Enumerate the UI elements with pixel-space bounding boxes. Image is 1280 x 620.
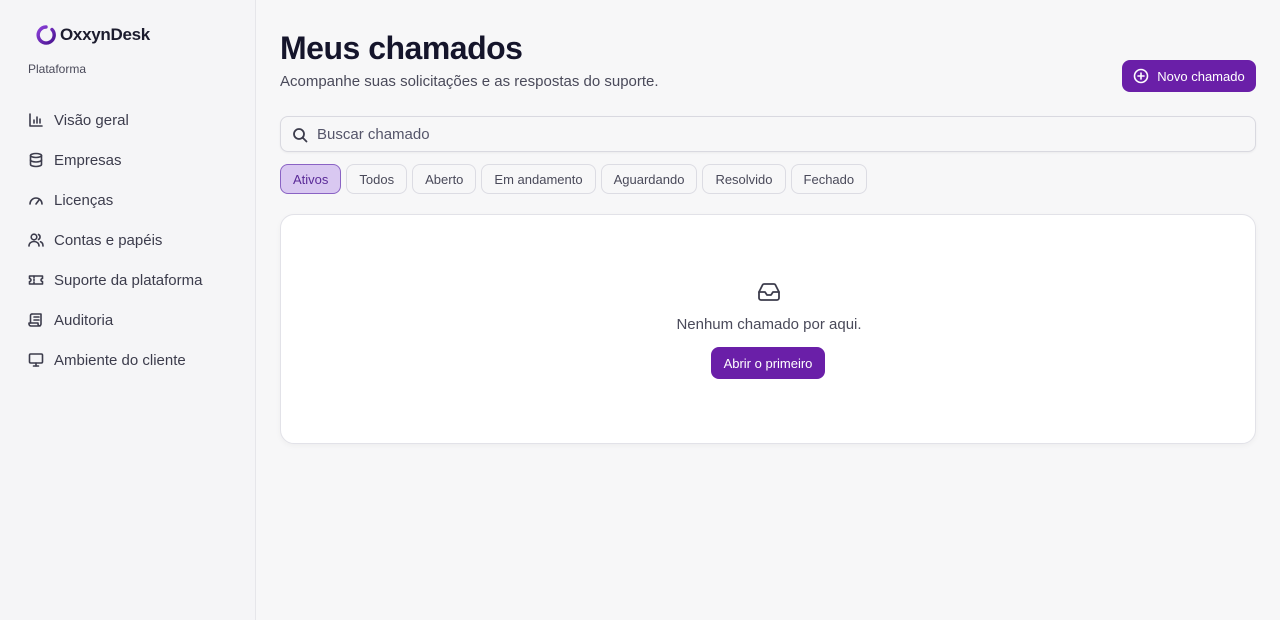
page-subtitle: Acompanhe suas solicitações e as respost… — [280, 73, 659, 90]
sidebar-item-label: Suporte da plataforma — [54, 271, 203, 289]
sidebar-item-label: Auditoria — [54, 311, 114, 329]
sidebar-item-licencas[interactable]: Licenças — [16, 180, 240, 220]
logo-icon — [36, 25, 56, 45]
ticket-icon — [28, 275, 44, 285]
sidebar-item-label: Empresas — [54, 151, 122, 169]
sidebar-item-ambiente-do-cliente[interactable]: Ambiente do cliente — [16, 340, 240, 380]
monitor-icon — [28, 353, 44, 367]
new-ticket-button-label: Novo chamado — [1157, 68, 1245, 84]
filter-resolvido[interactable]: Resolvido — [702, 164, 786, 194]
search-input[interactable] — [317, 117, 1247, 151]
sidebar-item-visao-geral[interactable]: Visão geral — [16, 100, 240, 140]
plus-circle-icon — [1133, 68, 1149, 84]
users-icon — [28, 233, 44, 247]
filter-em-andamento[interactable]: Em andamento — [481, 164, 596, 194]
sidebar-item-empresas[interactable]: Empresas — [16, 140, 240, 180]
sidebar-section-label: Plataforma — [28, 62, 87, 76]
sidebar: OxxynDesk Plataforma Visão geral Empresa… — [0, 0, 256, 620]
sidebar-nav: Visão geral Empresas Licenças Contas e p… — [16, 100, 240, 380]
sidebar-item-auditoria[interactable]: Auditoria — [16, 300, 240, 340]
empty-state-message: Nenhum chamado por aqui. — [676, 316, 862, 333]
search-bar — [280, 116, 1256, 152]
scroll-icon — [28, 313, 42, 327]
empty-state-card: Nenhum chamado por aqui. Abrir o primeir… — [280, 214, 1256, 444]
filter-ativos[interactable]: Ativos — [280, 164, 342, 194]
search-icon — [293, 128, 308, 143]
filter-todos[interactable]: Todos — [346, 164, 408, 194]
sidebar-item-label: Licenças — [54, 191, 114, 209]
sidebar-item-contas-e-papeis[interactable]: Contas e papéis — [16, 220, 240, 260]
filter-aberto[interactable]: Aberto — [412, 164, 477, 194]
sidebar-item-label: Contas e papéis — [54, 231, 163, 249]
open-first-ticket-button[interactable]: Abrir o primeiro — [711, 347, 825, 379]
inbox-icon — [758, 283, 780, 301]
filter-fechado[interactable]: Fechado — [790, 164, 868, 194]
brand-name: OxxynDesk — [60, 25, 150, 44]
brand-logo[interactable]: OxxynDesk — [36, 24, 150, 46]
status-filters: Ativos Todos Aberto Em andamento Aguarda… — [280, 164, 868, 194]
gauge-icon — [29, 197, 43, 205]
sidebar-item-label: Visão geral — [54, 111, 129, 129]
database-icon — [29, 152, 43, 168]
filter-aguardando[interactable]: Aguardando — [600, 164, 698, 194]
page-title: Meus chamados — [280, 30, 523, 66]
new-ticket-button[interactable]: Novo chamado — [1122, 60, 1256, 92]
sidebar-item-label: Ambiente do cliente — [54, 351, 186, 369]
sidebar-item-suporte-da-plataforma[interactable]: Suporte da plataforma — [16, 260, 240, 300]
bar-chart-icon — [29, 113, 43, 127]
